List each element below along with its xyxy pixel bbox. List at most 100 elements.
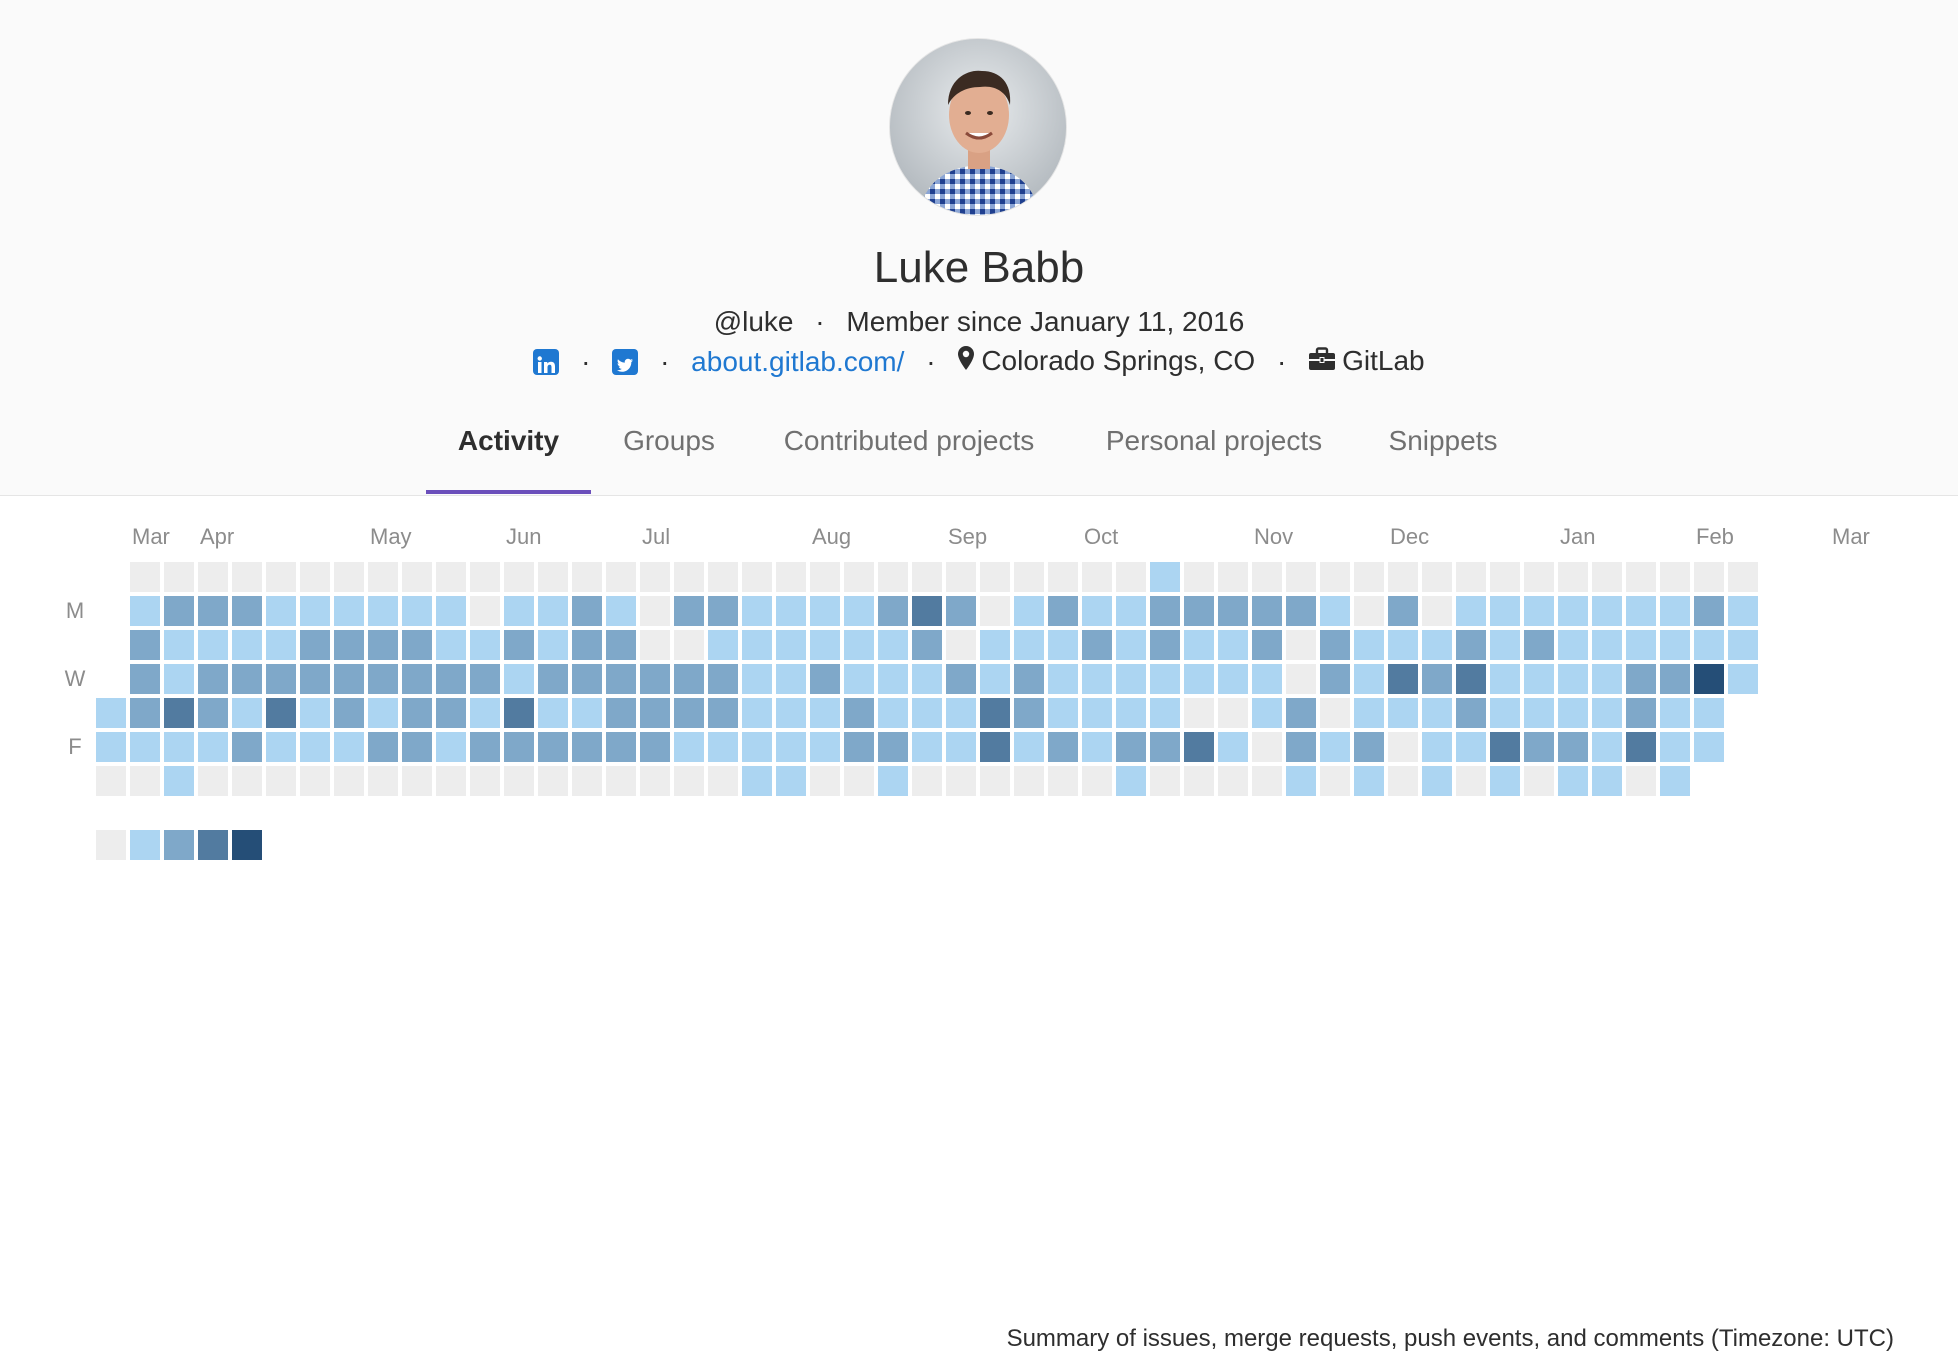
calendar-day-cell[interactable] (640, 630, 670, 660)
calendar-day-cell[interactable] (708, 766, 738, 796)
calendar-day-cell[interactable] (436, 630, 466, 660)
calendar-day-cell[interactable] (538, 664, 568, 694)
calendar-day-cell[interactable] (1558, 698, 1588, 728)
calendar-day-cell[interactable] (1048, 698, 1078, 728)
calendar-day-cell[interactable] (266, 766, 296, 796)
calendar-day-cell[interactable] (844, 630, 874, 660)
calendar-day-cell[interactable] (1320, 630, 1350, 660)
calendar-day-cell[interactable] (912, 698, 942, 728)
calendar-day-cell[interactable] (1626, 766, 1656, 796)
calendar-day-cell[interactable] (912, 664, 942, 694)
calendar-day-cell[interactable] (1014, 562, 1044, 592)
calendar-day-cell[interactable] (368, 766, 398, 796)
calendar-day-cell[interactable] (198, 630, 228, 660)
calendar-day-cell[interactable] (402, 698, 432, 728)
calendar-day-cell[interactable] (810, 664, 840, 694)
calendar-day-cell[interactable] (1184, 562, 1214, 592)
calendar-day-cell[interactable] (1150, 766, 1180, 796)
calendar-day-cell[interactable] (1252, 664, 1282, 694)
calendar-day-cell[interactable] (1524, 562, 1554, 592)
calendar-day-cell[interactable] (980, 698, 1010, 728)
calendar-day-cell[interactable] (708, 732, 738, 762)
calendar-day-cell[interactable] (640, 698, 670, 728)
calendar-day-cell[interactable] (96, 698, 126, 728)
calendar-day-cell[interactable] (674, 766, 704, 796)
calendar-day-cell[interactable] (470, 596, 500, 626)
tab-contributed-projects[interactable]: Contributed projects (760, 418, 1058, 496)
calendar-day-cell[interactable] (674, 732, 704, 762)
calendar-day-cell[interactable] (980, 596, 1010, 626)
calendar-day-cell[interactable] (640, 664, 670, 694)
calendar-day-cell[interactable] (1048, 766, 1078, 796)
calendar-day-cell[interactable] (1014, 732, 1044, 762)
calendar-day-cell[interactable] (1558, 562, 1588, 592)
calendar-day-cell[interactable] (810, 596, 840, 626)
calendar-day-cell[interactable] (334, 562, 364, 592)
calendar-day-cell[interactable] (1490, 766, 1520, 796)
calendar-day-cell[interactable] (232, 630, 262, 660)
calendar-day-cell[interactable] (300, 698, 330, 728)
calendar-day-cell[interactable] (266, 698, 296, 728)
calendar-day-cell[interactable] (606, 732, 636, 762)
calendar-day-cell[interactable] (1320, 766, 1350, 796)
calendar-day-cell[interactable] (640, 596, 670, 626)
calendar-day-cell[interactable] (538, 596, 568, 626)
calendar-day-cell[interactable] (1218, 732, 1248, 762)
calendar-day-cell[interactable] (674, 562, 704, 592)
calendar-day-cell[interactable] (1082, 664, 1112, 694)
calendar-day-cell[interactable] (1082, 562, 1112, 592)
calendar-day-cell[interactable] (844, 596, 874, 626)
calendar-day-cell[interactable] (844, 732, 874, 762)
calendar-day-cell[interactable] (1626, 630, 1656, 660)
calendar-day-cell[interactable] (1354, 698, 1384, 728)
calendar-day-cell[interactable] (266, 664, 296, 694)
calendar-day-cell[interactable] (1014, 596, 1044, 626)
calendar-day-cell[interactable] (1252, 732, 1282, 762)
calendar-day-cell[interactable] (1252, 596, 1282, 626)
calendar-day-cell[interactable] (1524, 698, 1554, 728)
calendar-day-cell[interactable] (470, 766, 500, 796)
calendar-day-cell[interactable] (538, 630, 568, 660)
calendar-day-cell[interactable] (1592, 732, 1622, 762)
calendar-day-cell[interactable] (674, 596, 704, 626)
calendar-day-cell[interactable] (504, 630, 534, 660)
calendar-day-cell[interactable] (1524, 766, 1554, 796)
calendar-day-cell[interactable] (742, 698, 772, 728)
calendar-day-cell[interactable] (1286, 698, 1316, 728)
calendar-day-cell[interactable] (1490, 630, 1520, 660)
calendar-day-cell[interactable] (266, 562, 296, 592)
calendar-day-cell[interactable] (742, 664, 772, 694)
calendar-day-cell[interactable] (776, 596, 806, 626)
calendar-day-cell[interactable] (300, 630, 330, 660)
calendar-day-cell[interactable] (1660, 630, 1690, 660)
calendar-day-cell[interactable] (1626, 596, 1656, 626)
calendar-day-cell[interactable] (164, 596, 194, 626)
calendar-day-cell[interactable] (130, 664, 160, 694)
calendar-day-cell[interactable] (1456, 630, 1486, 660)
calendar-day-cell[interactable] (1490, 562, 1520, 592)
calendar-day-cell[interactable] (878, 698, 908, 728)
calendar-day-cell[interactable] (232, 562, 262, 592)
calendar-day-cell[interactable] (1286, 732, 1316, 762)
calendar-day-cell[interactable] (198, 596, 228, 626)
avatar[interactable] (889, 38, 1067, 216)
calendar-day-cell[interactable] (1354, 766, 1384, 796)
calendar-day-cell[interactable] (776, 664, 806, 694)
calendar-day-cell[interactable] (810, 698, 840, 728)
calendar-day-cell[interactable] (708, 630, 738, 660)
calendar-day-cell[interactable] (1286, 664, 1316, 694)
calendar-day-cell[interactable] (436, 596, 466, 626)
calendar-day-cell[interactable] (402, 664, 432, 694)
calendar-day-cell[interactable] (232, 732, 262, 762)
calendar-day-cell[interactable] (198, 664, 228, 694)
calendar-day-cell[interactable] (300, 562, 330, 592)
calendar-day-cell[interactable] (504, 596, 534, 626)
calendar-day-cell[interactable] (1354, 630, 1384, 660)
calendar-day-cell[interactable] (1660, 596, 1690, 626)
calendar-day-cell[interactable] (980, 630, 1010, 660)
calendar-day-cell[interactable] (1286, 562, 1316, 592)
calendar-day-cell[interactable] (742, 732, 772, 762)
calendar-day-cell[interactable] (1150, 732, 1180, 762)
calendar-day-cell[interactable] (1150, 596, 1180, 626)
calendar-day-cell[interactable] (844, 766, 874, 796)
